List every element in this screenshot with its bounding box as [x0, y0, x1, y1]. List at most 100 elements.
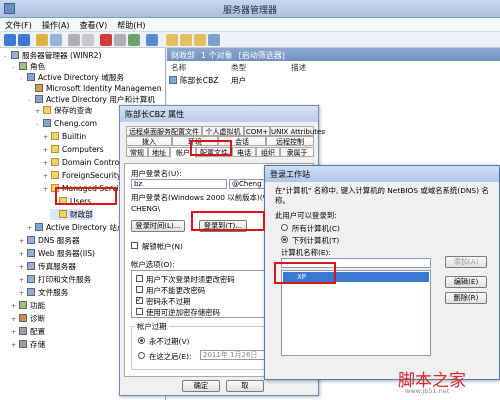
- logon-workstations-title: 登录工作站: [265, 166, 499, 182]
- pre2000-domain: CHENG\: [131, 204, 161, 213]
- tree-item-iis[interactable]: + Web 服务器(IIS): [18, 248, 95, 259]
- tree-item-saved-queries[interactable]: + 保存的查询: [34, 105, 92, 116]
- option-label: 密码永不过期: [146, 297, 191, 306]
- tree-item-features[interactable]: + 功能: [10, 300, 45, 311]
- never-radio[interactable]: [138, 337, 145, 344]
- tab-address[interactable]: 地址: [148, 147, 170, 157]
- tree-item-dns[interactable]: + DNS 服务器: [18, 235, 80, 246]
- properties-icon[interactable]: [114, 34, 126, 46]
- tree-item-file-services[interactable]: + 文件服务: [18, 287, 68, 298]
- tab-member-of[interactable]: 隶属于: [280, 147, 314, 157]
- user-row-type: 用户: [231, 76, 247, 85]
- cancel-button[interactable]: 取: [226, 380, 264, 392]
- tab-sessions[interactable]: 会话: [218, 136, 266, 146]
- these-computers-radio[interactable]: [281, 236, 288, 243]
- new-ou-icon[interactable]: [194, 34, 206, 46]
- tab-dialin[interactable]: 拨入: [126, 136, 172, 146]
- tab-general[interactable]: 常规: [126, 147, 148, 157]
- help-icon[interactable]: [146, 34, 158, 46]
- option-label: 使用可逆加密存储密码: [146, 308, 220, 317]
- computer-list[interactable]: XP: [281, 270, 431, 356]
- column-name[interactable]: 名称: [171, 62, 186, 73]
- new-user-icon[interactable]: [166, 34, 178, 46]
- tab-unix[interactable]: UNIX Attributes: [270, 126, 325, 136]
- tab-com[interactable]: COM+: [244, 126, 270, 136]
- end-date-field[interactable]: 2011年 1月26日: [200, 350, 270, 360]
- delete-icon[interactable]: [100, 34, 112, 46]
- tab-remote-control[interactable]: 远程控制: [266, 136, 314, 146]
- folder-icon: [51, 132, 59, 140]
- folder-icon: [51, 171, 59, 179]
- tree-item-builtin[interactable]: + Builtin: [42, 131, 86, 142]
- option-checkbox[interactable]: [136, 286, 143, 293]
- computer-name-field[interactable]: [281, 258, 431, 268]
- tree-item-finance-ou[interactable]: 财政部: [50, 209, 93, 220]
- menu-file[interactable]: 文件(F): [0, 18, 37, 33]
- filter-icon[interactable]: [208, 34, 220, 46]
- computer-name-label: 计算机名称(E):: [281, 248, 331, 257]
- tree-item-identity-mgmt[interactable]: Microsoft Identity Managemen: [26, 83, 162, 94]
- logon-name-field[interactable]: bz: [131, 179, 227, 189]
- unlock-checkbox[interactable]: [131, 242, 138, 249]
- option-checkbox[interactable]: [136, 275, 143, 282]
- logon-to-button[interactable]: 登录到(T)...: [199, 220, 247, 232]
- tree-item-ad-users-computers[interactable]: - Active Directory 用户和计算机: [26, 94, 155, 105]
- user-row[interactable]: 陈部长CBZ: [169, 75, 219, 86]
- option-checkbox[interactable]: [136, 295, 143, 304]
- tab-account[interactable]: 帐户: [170, 147, 196, 158]
- end-of-radio[interactable]: [138, 352, 145, 359]
- copy-icon[interactable]: [82, 34, 94, 46]
- cut-icon[interactable]: [68, 34, 80, 46]
- option-checkbox[interactable]: [136, 308, 143, 315]
- ok-button[interactable]: 确定: [182, 380, 220, 392]
- logon-name-label: 用户登录名(U):: [131, 169, 182, 178]
- tab-telephones[interactable]: 电话: [232, 147, 256, 157]
- features-icon: [19, 301, 27, 309]
- netbios-description: 在"计算机" 名称中, 键入计算机的 NetBIOS 或域名系统(DNS) 名称…: [275, 186, 489, 205]
- menu-action[interactable]: 操作(A): [37, 18, 75, 33]
- tree-item-configuration[interactable]: + 配置: [10, 326, 45, 337]
- tree-item-storage[interactable]: + 存储: [10, 339, 45, 350]
- domain-icon: [43, 119, 51, 127]
- logon-workstations-dialog: 登录工作站 在"计算机" 名称中, 键入计算机的 NetBIOS 或域名系统(D…: [264, 165, 500, 380]
- forward-icon[interactable]: [18, 34, 30, 46]
- menu-view[interactable]: 查看(V): [75, 18, 113, 33]
- console-tree-icon[interactable]: [50, 34, 62, 46]
- computer-list-item[interactable]: XP: [283, 272, 429, 282]
- tree-item-users[interactable]: Users: [50, 196, 91, 207]
- menu-help[interactable]: 帮助(H): [112, 18, 150, 33]
- tab-profile[interactable]: 配置文件: [196, 147, 232, 157]
- ad-sites-icon: [35, 223, 43, 231]
- dns-icon: [27, 236, 35, 244]
- all-computers-radio[interactable]: [281, 224, 288, 231]
- tree-item-computers[interactable]: + Computers: [42, 144, 104, 155]
- tree-item-diagnostics[interactable]: + 诊断: [10, 313, 45, 324]
- tab-rds-profile[interactable]: 远程桌面服务配置文件: [126, 126, 202, 136]
- tab-organization[interactable]: 组织: [256, 147, 280, 157]
- tree-item-ad-ds[interactable]: - Active Directory 域服务: [18, 72, 124, 83]
- new-group-icon[interactable]: [180, 34, 192, 46]
- remove-button[interactable]: 删除(R): [445, 292, 487, 304]
- tab-environment[interactable]: 环境: [172, 136, 218, 146]
- tree-item-fax[interactable]: + 传真服务器: [18, 261, 76, 272]
- tree-item-roles[interactable]: - 角色: [10, 61, 45, 72]
- tab-personal-vm[interactable]: 个人虚拟机: [202, 126, 244, 136]
- never-label: 永不过期(V): [149, 337, 190, 346]
- add-button[interactable]: 添加(A): [445, 256, 487, 268]
- tree-item-domain[interactable]: - Cheng.com: [34, 118, 97, 129]
- edit-button[interactable]: 编辑(E): [445, 276, 487, 288]
- logon-hours-button[interactable]: 登录时间(L)...: [131, 220, 185, 232]
- up-folder-icon[interactable]: [36, 34, 48, 46]
- folder-icon: [51, 184, 59, 192]
- column-type[interactable]: 类型: [231, 62, 246, 73]
- can-logon-label: 此用户可以登录到:: [275, 211, 337, 220]
- tree-item-print[interactable]: + 打印和文件服务: [18, 274, 91, 285]
- refresh-icon[interactable]: [128, 34, 140, 46]
- toolbar: [0, 32, 500, 48]
- ad-icon: [27, 73, 35, 81]
- ad-users-icon: [35, 95, 43, 103]
- roles-icon: [19, 62, 27, 70]
- column-description[interactable]: 描述: [291, 62, 306, 73]
- back-icon[interactable]: [4, 34, 16, 46]
- tree-item-server-manager[interactable]: - 服务器管理器 (WINR2): [2, 50, 101, 61]
